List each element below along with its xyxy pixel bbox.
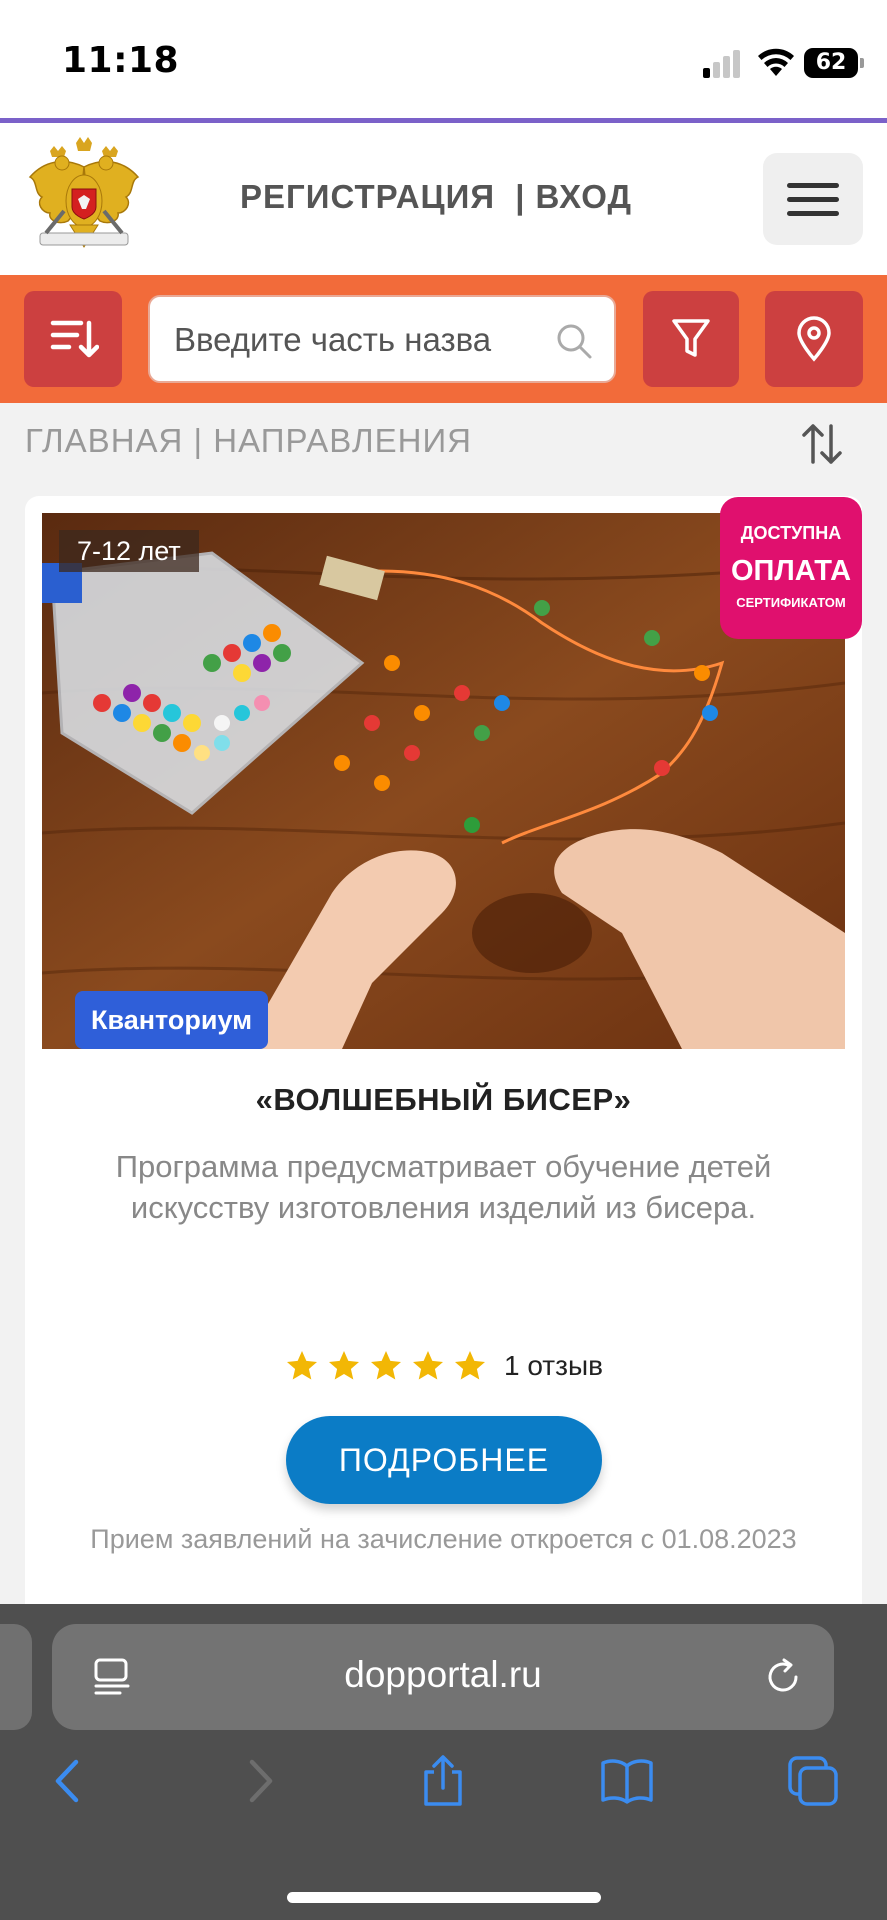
- age-badge: 7-12 лет: [59, 530, 199, 572]
- reload-icon[interactable]: [762, 1656, 804, 1698]
- location-pin-icon: [797, 316, 831, 362]
- tabs-icon[interactable]: [786, 1754, 840, 1808]
- status-bar: 11:18 62: [0, 0, 887, 118]
- filter-icon: [672, 319, 710, 357]
- address-bar[interactable]: dopportal.ru: [52, 1624, 834, 1730]
- search-input[interactable]: [174, 315, 544, 365]
- star-icon: [371, 1351, 401, 1380]
- menu-button[interactable]: [763, 153, 863, 245]
- auth-links: РЕГИСТРАЦИЯ | ВХОД: [240, 178, 632, 216]
- site-header: РЕГИСТРАЦИЯ | ВХОД: [0, 123, 887, 275]
- star-icon: [329, 1351, 359, 1380]
- breadcrumb-separator: |: [193, 422, 204, 459]
- search-toolbar: [0, 275, 887, 403]
- star-icon: [287, 1351, 317, 1380]
- list-sort-button[interactable]: [24, 291, 122, 387]
- url-text[interactable]: dopportal.ru: [52, 1654, 834, 1696]
- sort-order-icon[interactable]: [800, 420, 844, 468]
- program-description: Программа предусматривает обучение детей…: [115, 1149, 772, 1225]
- filter-button[interactable]: [643, 291, 739, 387]
- battery-indicator: 62: [804, 48, 864, 78]
- location-button[interactable]: [765, 291, 863, 387]
- sort-list-icon: [50, 320, 99, 358]
- admission-notice: Прием заявлений на зачисление откроется …: [90, 1524, 797, 1554]
- reviews-link[interactable]: 1 отзыв: [504, 1350, 603, 1382]
- cert-badge-line2: ОПЛАТА: [730, 555, 852, 587]
- login-link[interactable]: ВХОД: [536, 178, 632, 215]
- cellular-signal-icon: [703, 50, 743, 78]
- browser-bottom-bar: dopportal.ru: [0, 1604, 887, 1920]
- organization-badge[interactable]: Кванториум: [75, 991, 269, 1049]
- wifi-icon: [758, 48, 794, 76]
- menu-icon: [787, 183, 839, 188]
- register-link[interactable]: РЕГИСТРАЦИЯ: [240, 178, 495, 215]
- program-title[interactable]: «ВОЛШЕБНЫЙ БИСЕР»: [25, 1082, 862, 1118]
- rating: 1 отзыв: [25, 1348, 862, 1384]
- auth-separator: |: [515, 178, 526, 215]
- cert-badge-line1: ДОСТУПНА: [740, 523, 842, 543]
- cert-badge-line3: СЕРТИФИКАТОМ: [736, 595, 846, 610]
- forward-icon[interactable]: [232, 1754, 286, 1808]
- certificate-payment-badge: ДОСТУПНА ОПЛАТА СЕРТИФИКАТОМ: [720, 497, 862, 639]
- star-icon: [455, 1351, 485, 1380]
- star-icon: [413, 1351, 443, 1380]
- breadcrumb: ГЛАВНАЯ | НАПРАВЛЕНИЯ: [25, 422, 472, 460]
- back-icon[interactable]: [42, 1754, 96, 1808]
- program-card: 7-12 лет Кванториум ДОСТУПНА ОПЛАТА СЕРТ…: [25, 496, 862, 1626]
- share-icon[interactable]: [416, 1754, 470, 1808]
- search-field[interactable]: [148, 295, 616, 383]
- coat-of-arms-logo[interactable]: [24, 137, 144, 259]
- previous-tab-preview[interactable]: [0, 1624, 32, 1730]
- breadcrumb-section[interactable]: НАПРАВЛЕНИЯ: [213, 422, 472, 459]
- more-details-button[interactable]: ПОДРОБНЕЕ: [286, 1416, 602, 1504]
- bookmarks-icon[interactable]: [600, 1754, 654, 1808]
- breadcrumb-home[interactable]: ГЛАВНАЯ: [25, 422, 183, 459]
- search-icon[interactable]: [554, 321, 594, 361]
- status-time: 11:18: [62, 40, 180, 81]
- home-indicator[interactable]: [287, 1892, 601, 1903]
